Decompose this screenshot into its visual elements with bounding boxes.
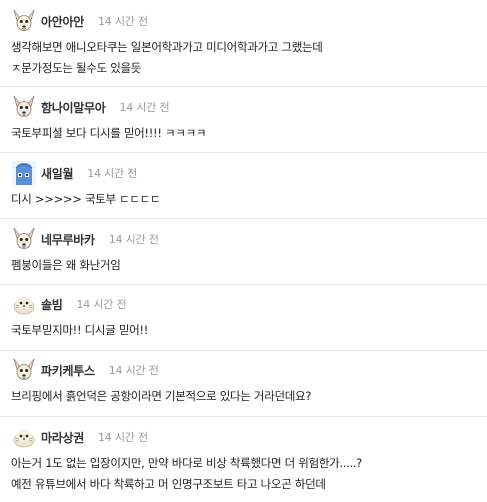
blue-character-avatar-icon[interactable]	[11, 160, 37, 186]
comment-text-line: 생각해보면 애니오타쿠는 일본어학과가고 미디어학과가고 그랬는데	[11, 40, 323, 54]
comment-nickname[interactable]: 솔빔	[41, 296, 63, 313]
comment-nickname[interactable]: 함나이말무아	[41, 99, 106, 116]
comment-nickname[interactable]: 새일월	[41, 165, 74, 182]
comment-text-line: 브리핑에서 흙언덕은 공항이라면 기본적으로 있다는 거라던데요?	[11, 389, 312, 403]
comment-divider	[0, 350, 487, 351]
chihuahua-avatar-icon[interactable]	[11, 94, 37, 120]
comment-divider	[0, 86, 487, 87]
comment-nickname[interactable]: 파키케투스	[41, 362, 95, 379]
comment-text-line: 펨붕이들은 왜 화난거임	[11, 258, 121, 272]
comment-timestamp: 14 시간 전	[108, 364, 159, 377]
comment-divider	[0, 218, 487, 219]
comment-body: 생각해보면 애니오타쿠는 일본어학과가고 미디어학과가고 그랬는데 ㅈ문가정도는…	[11, 37, 477, 79]
comment-divider	[0, 284, 487, 285]
comment-body: 브리핑에서 흙언덕은 공항이라면 기본적으로 있다는 거라던데요?	[11, 386, 477, 407]
comment-header: 마라상권 14 시간 전	[0, 425, 148, 449]
chihuahua-avatar-icon[interactable]	[11, 226, 37, 252]
comment-header: 솔빔 14 시간 전	[0, 291, 127, 317]
comment-body: 국토부피셜 보다 디시를 믿어!!!! ㅋㅋㅋㅋ	[11, 123, 477, 144]
comment-timestamp: 14 시간 전	[76, 298, 127, 311]
comment-divider	[0, 416, 487, 417]
comment-list: 아안아안 14 시간 전 생각해보면 애니오타쿠는 일본어학과가고 미디어학과가…	[0, 0, 487, 502]
comment-header: 함나이말무아 14 시간 전	[0, 94, 170, 120]
comment-text-line: 국토부믿지마!! 디시글 믿어!!	[11, 323, 149, 337]
comment-body: 펨붕이들은 왜 화난거임	[11, 255, 477, 276]
comment-timestamp: 14 시간 전	[97, 431, 148, 444]
comment-text-line: 디시 >>>>> 국토부 ㄷㄷㄷㄷ	[11, 192, 161, 206]
comment-timestamp: 14 시간 전	[108, 233, 159, 246]
comment-timestamp: 14 시간 전	[119, 101, 170, 114]
chihuahua-avatar-icon[interactable]	[11, 357, 37, 383]
comment-header: 파키케투스 14 시간 전	[0, 358, 159, 382]
chihuahua-avatar-icon[interactable]	[11, 8, 37, 34]
comment-header: 아안아안 14 시간 전	[0, 9, 148, 33]
seal-avatar-icon[interactable]	[11, 291, 37, 317]
comment-body: 디시 >>>>> 국토부 ㄷㄷㄷㄷ	[11, 189, 477, 210]
comment-text-line: 아는거 1도 없는 입장이지만, 만약 바다로 비상 착륙했다면 더 위험한가.…	[11, 456, 362, 470]
comment-nickname[interactable]: 아안아안	[41, 13, 84, 30]
comment-text-line: ㅈ문가정도는 될수도 있을듯	[11, 61, 142, 75]
comment-body: 아는거 1도 없는 입장이지만, 만약 바다로 비상 착륙했다면 더 위험한가.…	[11, 453, 477, 495]
seal-avatar-icon[interactable]	[11, 424, 37, 450]
comment-text-line: 예전 유튜브에서 바다 착륙하고 머 인명구조보트 타고 나오곤 하던데	[11, 477, 326, 491]
comment-nickname[interactable]: 마라상권	[41, 429, 84, 446]
comment-header: 네무루바카 14 시간 전	[0, 227, 159, 251]
comment-timestamp: 14 시간 전	[97, 15, 148, 28]
comment-body: 국토부믿지마!! 디시글 믿어!!	[11, 320, 477, 341]
comment-text-line: 국토부피셜 보다 디시를 믿어!!!! ㅋㅋㅋㅋ	[11, 126, 207, 140]
comment-timestamp: 14 시간 전	[87, 167, 138, 180]
comment-header: 새일월 14 시간 전	[0, 161, 137, 185]
comment-divider	[0, 152, 487, 153]
comment-nickname[interactable]: 네무루바카	[41, 231, 95, 248]
